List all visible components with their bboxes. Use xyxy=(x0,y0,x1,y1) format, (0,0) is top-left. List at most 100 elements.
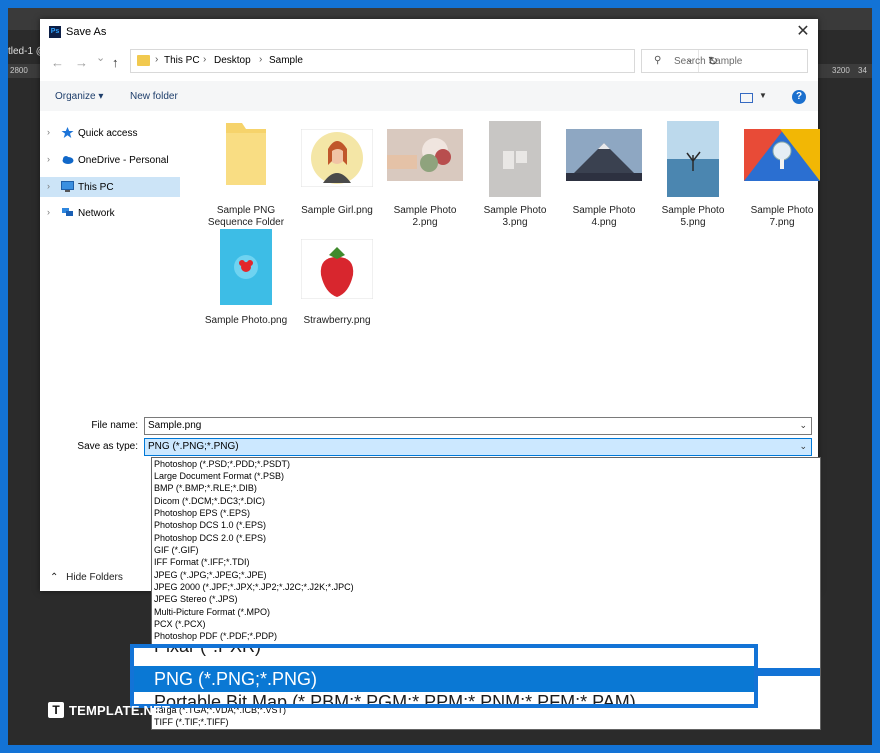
breadcrumb-sample[interactable]: Sample xyxy=(269,55,303,66)
image-thumbnail xyxy=(667,121,719,197)
navigation-row: ← → ⌄ ↑ › This PC › Desktop › Sample ⌄ ↻… xyxy=(40,47,818,77)
hide-folders-button[interactable]: ⌃ Hide Folders xyxy=(50,572,123,583)
file-name: Sample Photo.png xyxy=(204,315,288,326)
search-input[interactable]: ⚲ Search Sample xyxy=(641,49,808,73)
sidebar-item-label: This PC xyxy=(78,182,114,193)
organize-button[interactable]: Organize ▾ xyxy=(55,91,103,102)
dropdown-option[interactable]: JPEG Stereo (*.JPS) xyxy=(154,594,238,604)
ruler-label: 3200 xyxy=(832,66,850,75)
address-bar[interactable]: › This PC › Desktop › Sample ⌄ ↻ xyxy=(130,49,718,73)
hide-folders-label: Hide Folders xyxy=(66,572,123,583)
dropdown-option[interactable]: PCX (*.PCX) xyxy=(154,619,206,629)
dropdown-option[interactable]: Photoshop DCS 2.0 (*.EPS) xyxy=(154,533,266,543)
search-placeholder: Search Sample xyxy=(674,56,743,67)
breadcrumb-separator: › xyxy=(203,54,207,65)
dialog-title: Save As xyxy=(66,26,107,38)
sidebar-item-this-pc[interactable]: › This PC xyxy=(40,177,180,197)
dropdown-option[interactable]: Photoshop EPS (*.EPS) xyxy=(154,508,250,518)
photoshop-icon: Ps xyxy=(49,26,61,38)
sidebar-item-onedrive[interactable]: › OneDrive - Personal xyxy=(40,150,180,170)
watermark-text: TEMPLATE.NET xyxy=(69,702,171,718)
new-folder-button[interactable]: New folder xyxy=(130,91,178,102)
breadcrumb-this-pc[interactable]: This PC xyxy=(164,55,200,66)
breadcrumb-desktop[interactable]: Desktop xyxy=(214,55,251,66)
command-bar: Organize ▾ New folder ▼ ? xyxy=(40,81,818,111)
search-icon: ⚲ xyxy=(654,55,662,66)
image-thumbnail xyxy=(387,129,463,181)
title-bar: Ps Save As ✕ xyxy=(40,19,818,45)
save-as-type-select[interactable]: PNG (*.PNG;*.PNG) ⌄ xyxy=(144,438,812,456)
breadcrumb-separator: › xyxy=(259,54,263,65)
chevron-down-icon[interactable]: ⌄ xyxy=(799,420,807,431)
dropdown-option[interactable]: GIF (*.GIF) xyxy=(154,545,199,555)
save-as-type-value: PNG (*.PNG;*.PNG) xyxy=(148,441,239,452)
file-list: Sample PNG Sequence Folder Sample Girl.p… xyxy=(181,111,820,409)
chevron-right-icon[interactable]: › xyxy=(47,127,50,137)
file-name: Sample Photo 4.png xyxy=(572,205,636,228)
forward-button[interactable]: → xyxy=(75,55,88,70)
chevron-right-icon[interactable]: › xyxy=(47,154,50,164)
dropdown-option[interactable]: Photoshop (*.PSD;*.PDD;*.PSDT) xyxy=(154,459,290,469)
template-logo-icon: T xyxy=(48,702,64,718)
file-name: Strawberry.png xyxy=(303,315,371,326)
help-icon[interactable]: ? xyxy=(792,90,806,104)
ruler-label: 34 xyxy=(858,66,867,75)
photoshop-workspace: tled-1 @ 2800 3200 34 Ps Save As ✕ ← → ⌄… xyxy=(8,8,872,745)
dropdown-option[interactable]: Multi-Picture Format (*.MPO) xyxy=(154,607,270,617)
zoom-callout: Pixar (*.PXR) PNG (*.PNG;*.PNG) Portable… xyxy=(130,644,758,708)
chevron-up-icon: ⌃ xyxy=(50,572,59,583)
zoom-option-above: Pixar (*.PXR) xyxy=(154,644,262,656)
image-thumbnail xyxy=(489,121,541,197)
chevron-down-icon[interactable]: ⌄ xyxy=(799,441,807,452)
cloud-icon xyxy=(62,156,74,164)
view-icon[interactable] xyxy=(740,93,753,103)
file-name: Sample Photo 2.png xyxy=(393,205,457,228)
file-name: Sample Photo 7.png xyxy=(750,205,814,228)
navigation-pane: › Quick access › OneDrive - Personal › T… xyxy=(40,111,180,409)
image-thumbnail xyxy=(220,229,272,305)
dropdown-option[interactable]: Photoshop PDF (*.PDF;*.PDP) xyxy=(154,631,277,641)
sidebar-item-network[interactable]: › Network xyxy=(40,203,180,223)
dropdown-option[interactable]: JPEG 2000 (*.JPF;*.JPX;*.JP2;*.J2C;*.J2K… xyxy=(154,582,354,592)
zoom-selected-option[interactable]: PNG (*.PNG;*.PNG) xyxy=(134,666,754,692)
file-name-row: File name: Sample.png ⌄ xyxy=(40,415,818,437)
zoom-option-below: Portable Bit Map (*.PBM;*.PGM;*.PPM;*.PN… xyxy=(154,692,636,708)
up-button[interactable]: ↑ xyxy=(112,55,119,70)
recent-locations-button[interactable]: ⌄ xyxy=(96,51,105,64)
folder-icon xyxy=(226,123,266,185)
computer-icon xyxy=(61,181,74,192)
dropdown-option[interactable]: Photoshop DCS 1.0 (*.EPS) xyxy=(154,520,266,530)
file-name: Sample PNG Sequence Folder xyxy=(207,205,285,228)
chevron-right-icon[interactable]: › xyxy=(47,181,50,191)
file-name-label: File name: xyxy=(91,420,138,431)
save-as-type-label: Save as type: xyxy=(77,441,138,452)
sidebar-item-quick-access[interactable]: › Quick access xyxy=(40,123,180,143)
breadcrumb-separator: › xyxy=(155,54,159,65)
chevron-down-icon[interactable]: ▼ xyxy=(759,91,767,100)
callout-pointer xyxy=(758,668,820,676)
dropdown-option[interactable]: IFF Format (*.IFF;*.TDI) xyxy=(154,557,250,567)
dropdown-option[interactable]: BMP (*.BMP;*.RLE;*.DIB) xyxy=(154,483,257,493)
dropdown-option[interactable]: Dicom (*.DCM;*.DC3;*.DIC) xyxy=(154,496,265,506)
network-icon xyxy=(62,208,73,216)
file-name-value: Sample.png xyxy=(148,420,202,431)
chevron-right-icon[interactable]: › xyxy=(47,207,50,217)
dropdown-option[interactable]: JPEG (*.JPG;*.JPEG;*.JPE) xyxy=(154,570,267,580)
image-thumbnail xyxy=(744,129,820,181)
star-icon xyxy=(61,127,74,138)
folder-icon xyxy=(137,55,150,66)
file-name: Sample Photo 5.png xyxy=(661,205,725,228)
image-thumbnail xyxy=(566,129,642,181)
file-name: Sample Girl.png xyxy=(301,205,373,216)
image-thumbnail xyxy=(301,129,373,187)
file-name-field[interactable]: Sample.png ⌄ xyxy=(144,417,812,435)
template-watermark: T TEMPLATE.NET xyxy=(48,701,170,719)
close-button[interactable]: ✕ xyxy=(792,21,814,43)
back-button[interactable]: ← xyxy=(51,55,64,70)
sidebar-item-label: Network xyxy=(78,208,115,219)
ruler-label: 2800 xyxy=(10,66,28,75)
file-name: Sample Photo 3.png xyxy=(483,205,547,228)
dropdown-option[interactable]: Large Document Format (*.PSB) xyxy=(154,471,284,481)
save-type-row: Save as type: PNG (*.PNG;*.PNG) ⌄ xyxy=(40,436,818,458)
sidebar-item-label: OneDrive - Personal xyxy=(78,155,169,166)
